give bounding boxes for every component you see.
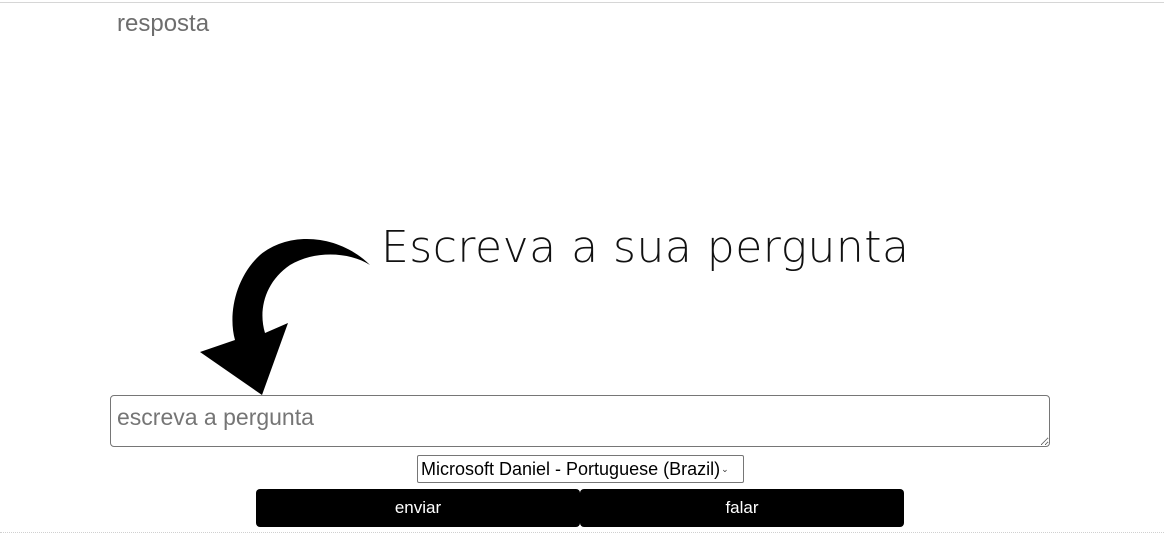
- curved-arrow-down-left-icon: [200, 238, 370, 395]
- chevron-down-icon: ⌄: [721, 463, 729, 474]
- prompt-title: Escreva a sua pergunta: [381, 222, 910, 273]
- speak-button[interactable]: falar: [580, 489, 904, 527]
- send-button[interactable]: enviar: [256, 489, 580, 527]
- question-input[interactable]: [110, 395, 1050, 447]
- answer-text: resposta: [117, 10, 210, 37]
- bottom-divider: [0, 532, 1164, 533]
- voice-select[interactable]: Microsoft Daniel - Portuguese (Brazil) ⌄: [417, 455, 744, 483]
- voice-select-value: Microsoft Daniel - Portuguese (Brazil): [421, 458, 721, 479]
- top-divider: [0, 2, 1164, 3]
- page: resposta Escreva a sua pergunta Microsof…: [0, 0, 1164, 542]
